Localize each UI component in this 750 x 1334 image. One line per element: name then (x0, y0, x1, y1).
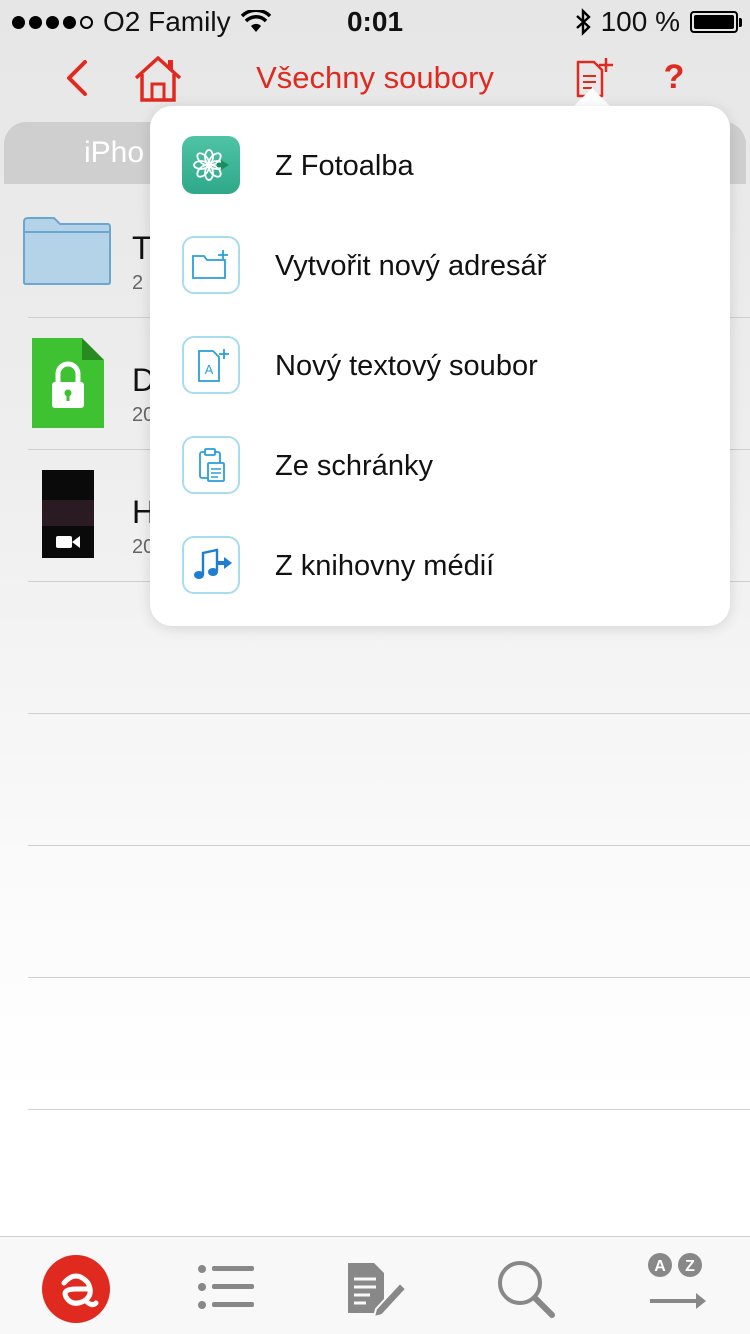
menu-label: Nový textový soubor (275, 350, 538, 382)
photo-album-icon (182, 136, 240, 194)
menu-label: Z Fotoalba (275, 150, 414, 182)
page-title: Všechny soubory (256, 60, 494, 95)
menu-label: Z knihovny médií (275, 550, 495, 582)
empty-row (28, 978, 750, 1110)
menu-label: Vytvořit nový adresář (275, 250, 547, 282)
back-icon[interactable] (58, 56, 98, 100)
battery-icon (690, 11, 742, 33)
new-text-file-icon: A (182, 336, 240, 394)
locked-file-icon (32, 338, 104, 428)
list-icon[interactable] (194, 1257, 258, 1321)
search-icon[interactable] (494, 1257, 558, 1321)
tab-bar: A Z (0, 1236, 750, 1334)
tab-iphone[interactable]: iPho (84, 136, 144, 170)
app-logo-icon[interactable] (42, 1255, 110, 1323)
menu-item-new-folder[interactable]: Vytvořit nový adresář (150, 206, 730, 306)
menu-item-media-library[interactable]: Z knihovny médií (150, 506, 730, 606)
home-icon[interactable] (132, 54, 184, 104)
add-menu-popup: Z Fotoalba Vytvořit nový adresář A Nový … (150, 106, 730, 626)
empty-row (28, 846, 750, 978)
file-meta: 2 (132, 272, 144, 294)
clipboard-icon (182, 436, 240, 494)
svg-text:Z: Z (685, 1258, 695, 1275)
video-thumbnail-icon (42, 470, 94, 558)
notes-icon[interactable] (344, 1257, 408, 1321)
file-name: T (132, 230, 152, 266)
status-right: 100 % (575, 6, 742, 38)
svg-text:A: A (205, 362, 214, 377)
bluetooth-icon (575, 8, 591, 36)
battery-percent: 100 % (600, 6, 680, 37)
new-folder-icon (182, 236, 240, 294)
status-bar: O2 Family 0:01 100 % (0, 0, 750, 40)
menu-item-photo-album[interactable]: Z Fotoalba (150, 106, 730, 206)
popup-arrow (574, 88, 610, 106)
media-library-icon (182, 536, 240, 594)
sort-az-icon[interactable]: A Z (644, 1251, 712, 1323)
svg-text:A: A (654, 1258, 666, 1275)
menu-item-new-text-file[interactable]: A Nový textový soubor (150, 306, 730, 406)
menu-item-clipboard[interactable]: Ze schránky (150, 406, 730, 506)
folder-icon (23, 217, 111, 285)
menu-label: Ze schránky (275, 450, 433, 482)
empty-row (28, 714, 750, 846)
help-button[interactable]: ? (656, 58, 692, 102)
